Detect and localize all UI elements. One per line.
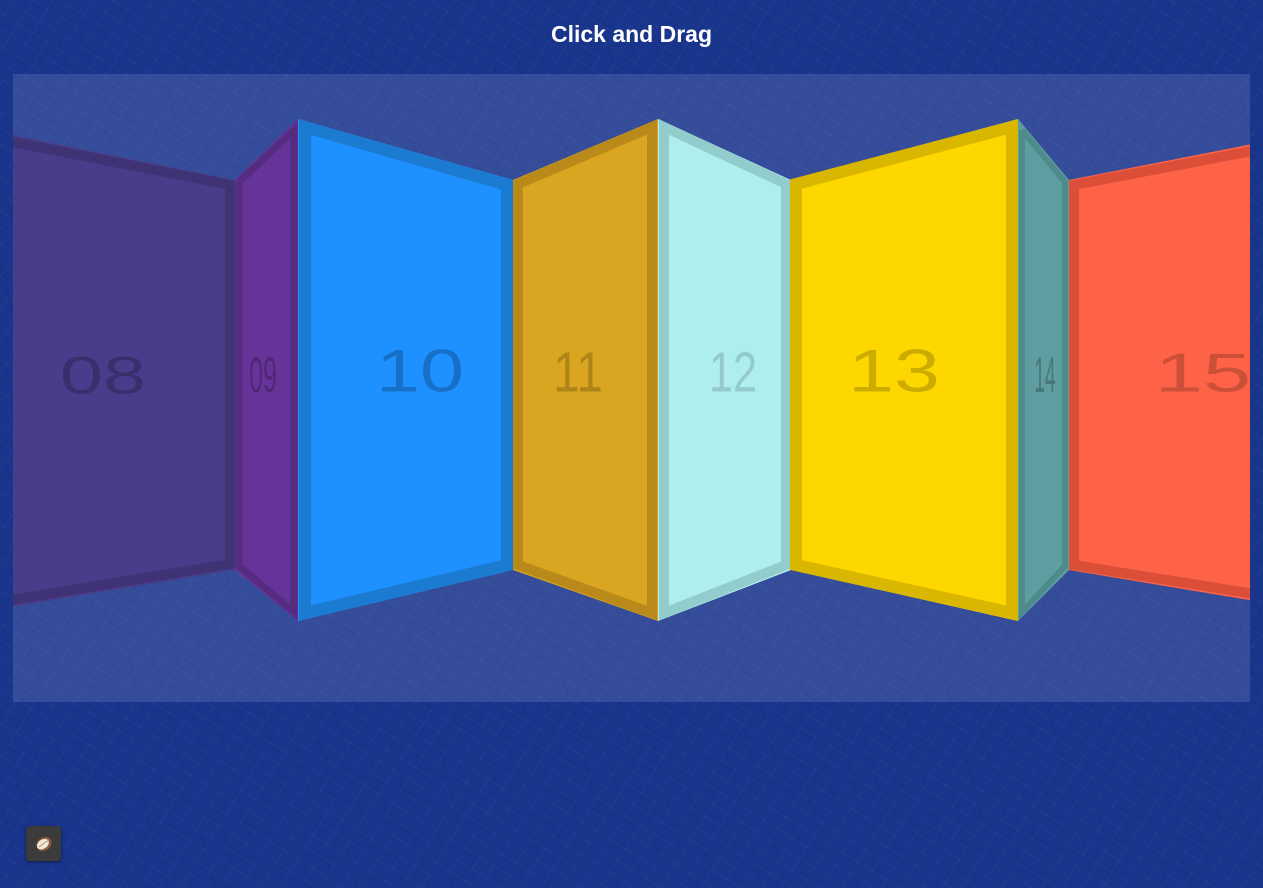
avatar-button[interactable] [26,826,61,861]
accordion-panels: 08 09 10 11 12 13 14 15 [13,119,1250,621]
panel-10[interactable]: 10 [298,119,513,621]
panel-12[interactable]: 12 [658,119,791,621]
accordion-stage[interactable]: 08 09 10 11 12 13 14 15 [13,74,1250,702]
panel-13-label: 13 [848,337,940,405]
panel-11-label: 11 [553,340,603,404]
panel-08-label: 08 [60,347,146,406]
avatar-icon [35,836,52,851]
panel-13[interactable]: 13 [790,119,1018,621]
panel-08[interactable]: 08 [13,131,235,610]
panel-10-label: 10 [376,336,464,404]
panel-15[interactable]: 15 [1069,140,1250,604]
panel-09[interactable]: 09 [235,119,298,621]
panel-14[interactable]: 14 [1018,119,1069,621]
page-title: Click and Drag [550,21,713,47]
panel-09-label: 09 [249,348,277,404]
panel-15-label: 15 [1155,343,1250,404]
panel-12-label: 12 [709,339,757,403]
panel-14-label: 14 [1034,348,1055,404]
panel-11[interactable]: 11 [513,119,658,621]
